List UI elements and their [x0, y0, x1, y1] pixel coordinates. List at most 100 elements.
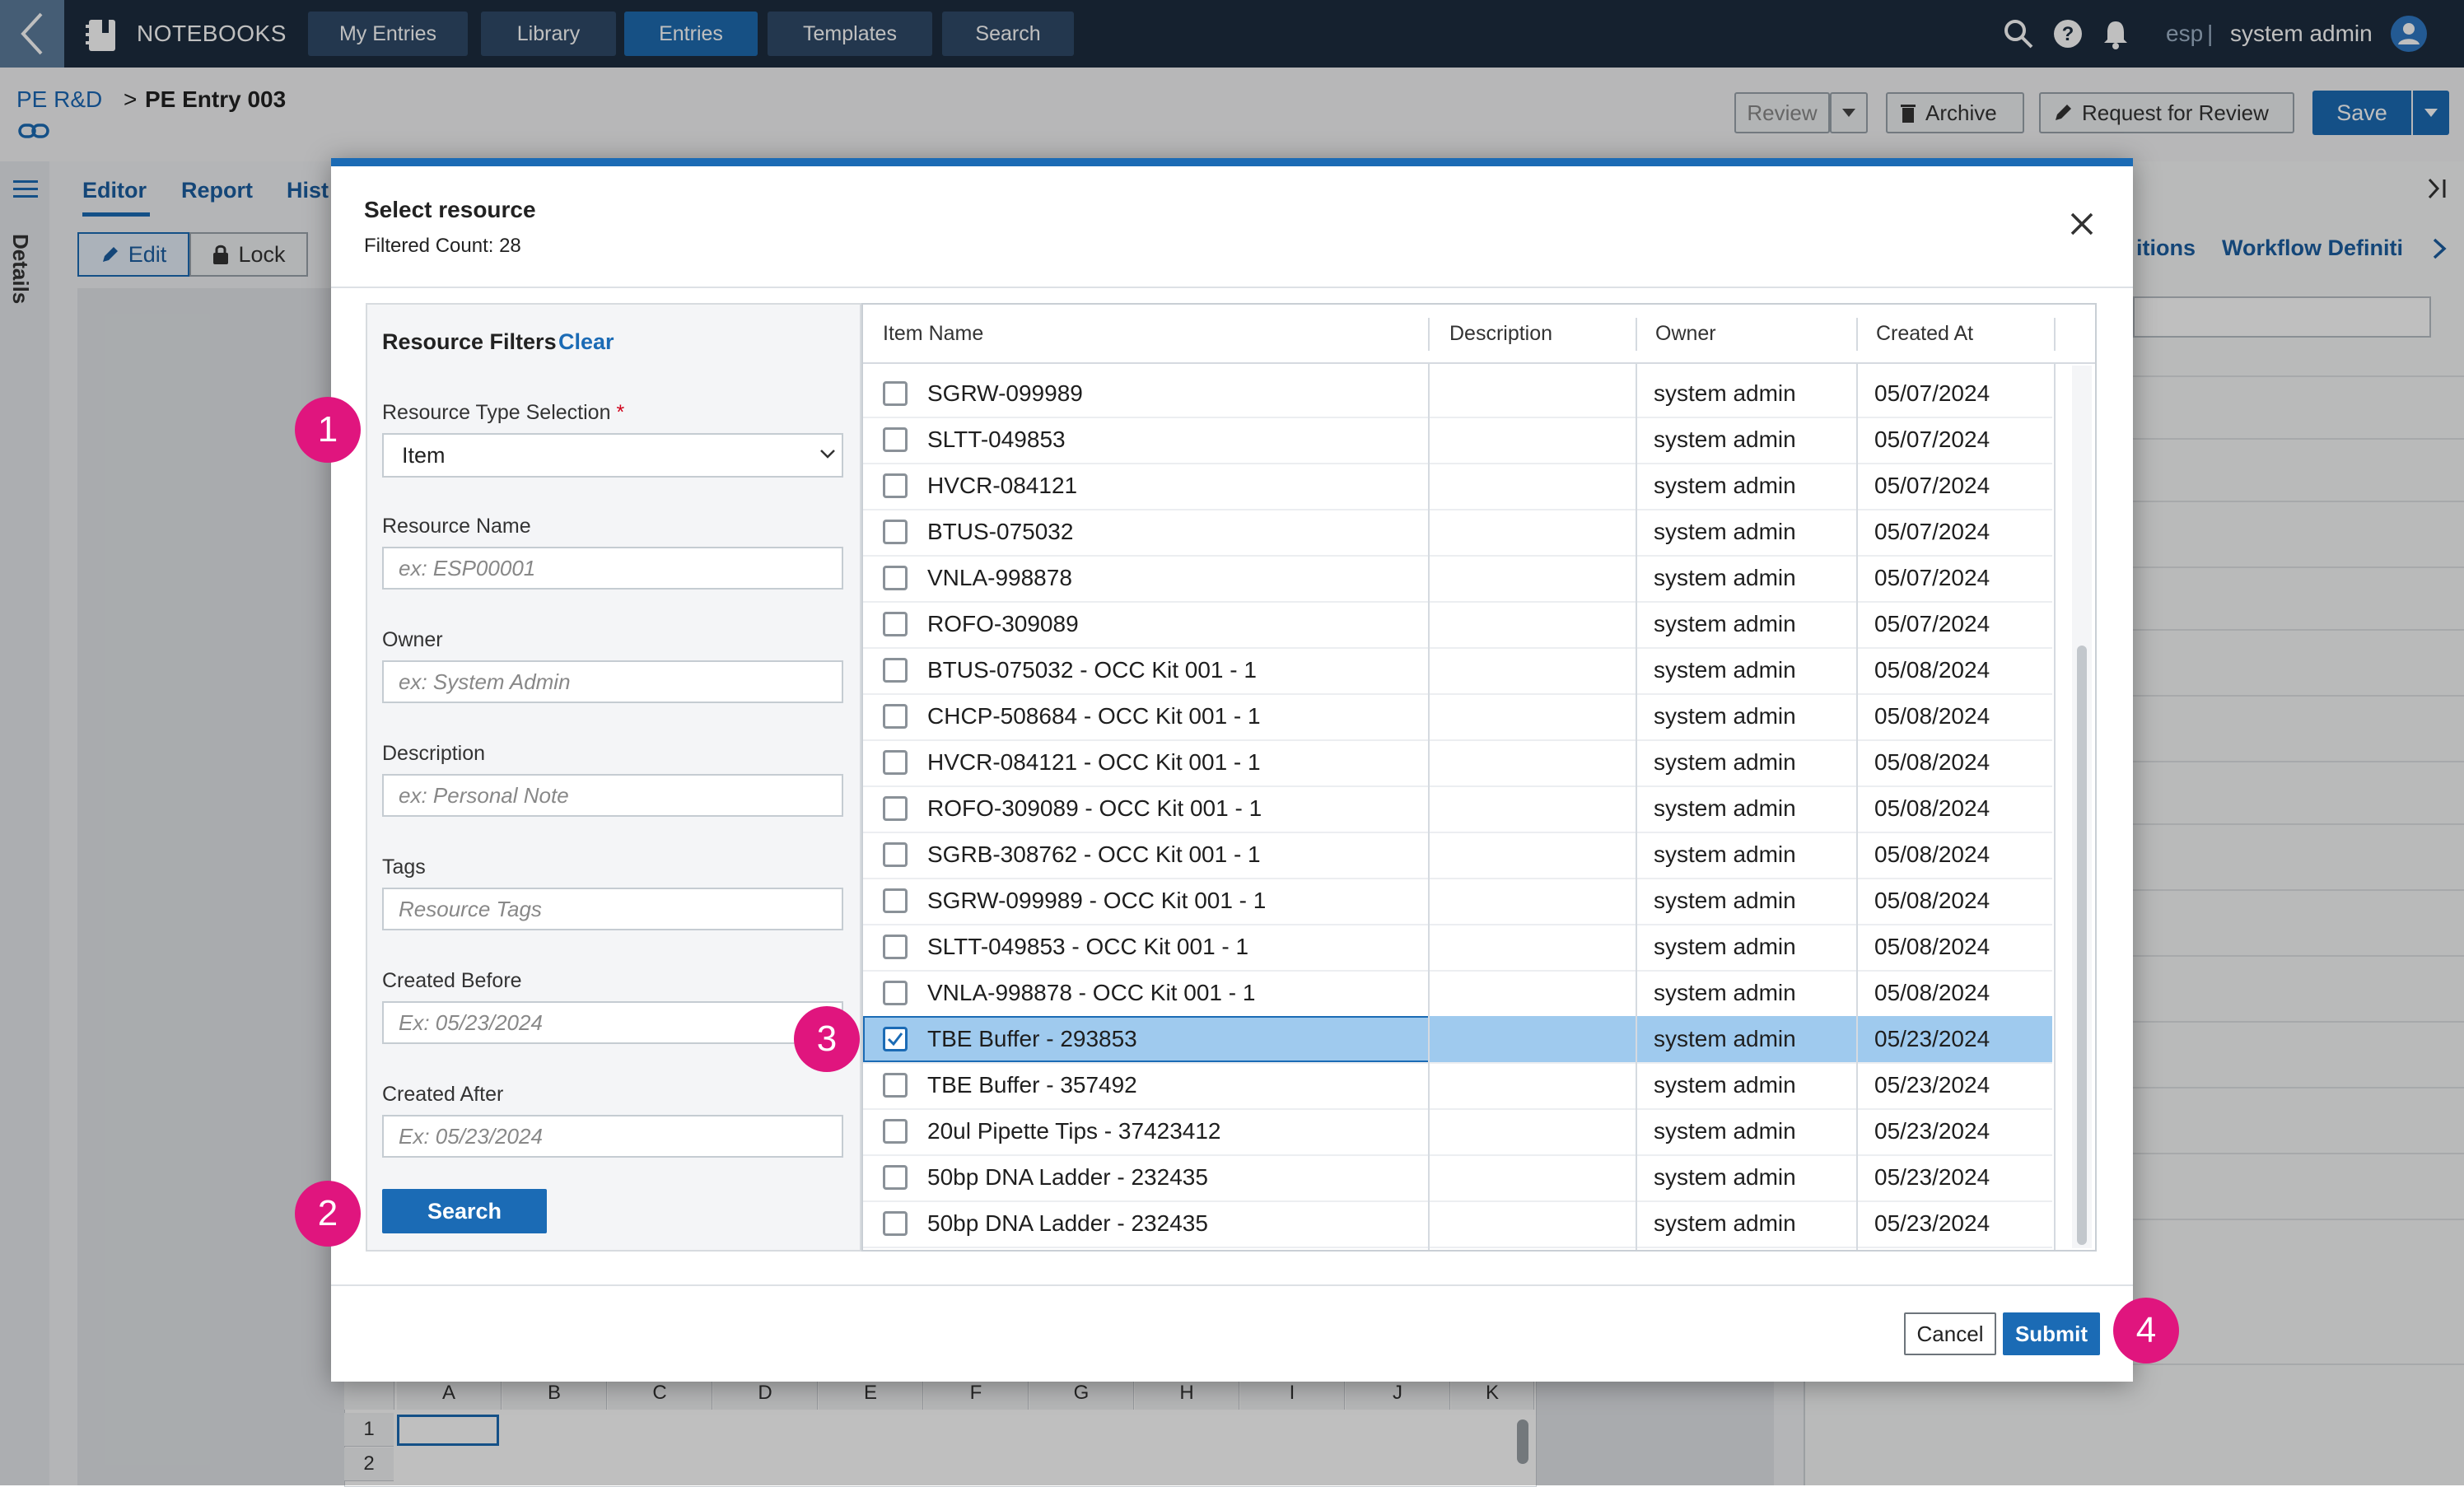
created-at-cell: 05/07/2024	[1874, 565, 1990, 590]
item-name-cell: ROFO-309089	[927, 611, 1079, 636]
column-divider	[1636, 318, 1637, 351]
row-checkbox[interactable]	[883, 520, 908, 544]
tags-label: Tags	[382, 855, 426, 879]
owner-cell: system admin	[1654, 1164, 1796, 1190]
created-at-cell: 05/08/2024	[1874, 749, 1990, 775]
filters-title: Resource Filters	[382, 329, 557, 354]
owner-cell: system admin	[1654, 380, 1796, 406]
step-callout-3: 3	[794, 1006, 860, 1072]
owner-cell: system admin	[1654, 934, 1796, 959]
created-at-cell: 05/23/2024	[1874, 1072, 1990, 1098]
row-checkbox[interactable]	[883, 1165, 908, 1190]
item-name-cell: HVCR-084121 - OCC Kit 001 - 1	[927, 749, 1261, 775]
row-checkbox[interactable]	[883, 935, 908, 959]
row-checkbox[interactable]	[883, 427, 908, 452]
created-at-cell: 05/08/2024	[1874, 934, 1990, 959]
required-marker: *	[616, 401, 625, 424]
resource-name-input[interactable]: ex: ESP00001	[382, 547, 843, 590]
owner-cell: system admin	[1654, 1118, 1796, 1144]
modal-accent-bar	[331, 158, 2133, 166]
row-checkbox[interactable]	[883, 1119, 908, 1144]
created-at-cell: 05/07/2024	[1874, 611, 1990, 636]
row-checkbox[interactable]	[883, 566, 908, 590]
row-checkbox[interactable]	[883, 842, 908, 867]
item-name-cell: BTUS-075032 - OCC Kit 001 - 1	[927, 657, 1257, 683]
item-name-cell: 50bp DNA Ladder - 232435	[927, 1164, 1208, 1190]
owner-cell: system admin	[1654, 1026, 1796, 1051]
created-at-cell: 05/07/2024	[1874, 473, 1990, 498]
owner-cell: system admin	[1654, 841, 1796, 867]
created-at-cell: 05/07/2024	[1874, 519, 1990, 544]
item-name-cell: SGRW-099989	[927, 380, 1083, 406]
row-checkbox[interactable]	[883, 704, 908, 729]
item-name-cell: 50bp DNA Ladder - 232435	[927, 1210, 1208, 1236]
created-at-cell: 05/08/2024	[1874, 657, 1990, 683]
owner-label: Owner	[382, 628, 443, 651]
tags-input[interactable]: Resource Tags	[382, 888, 843, 930]
created-at-cell: 05/08/2024	[1874, 841, 1990, 867]
column-header-owner[interactable]: Owner	[1655, 318, 1716, 349]
row-checkbox[interactable]	[883, 612, 908, 636]
submit-button[interactable]: Submit	[2003, 1312, 2100, 1355]
resource-name-label: Resource Name	[382, 515, 531, 538]
owner-input[interactable]: ex: System Admin	[382, 660, 843, 703]
search-button[interactable]: Search	[382, 1189, 547, 1233]
owner-cell: system admin	[1654, 657, 1796, 683]
row-checkbox[interactable]	[883, 381, 908, 406]
item-name-cell: HVCR-084121	[927, 473, 1078, 498]
created-at-cell: 05/07/2024	[1874, 427, 1990, 452]
created-before-input[interactable]: Ex: 05/23/2024	[382, 1001, 843, 1044]
modal-title: Select resource	[364, 197, 536, 222]
step-callout-1: 1	[295, 397, 361, 463]
row-checkbox[interactable]	[883, 981, 908, 1005]
row-checkbox[interactable]	[883, 750, 908, 775]
item-name-cell: BTUS-075032	[927, 519, 1074, 544]
owner-cell: system admin	[1654, 473, 1796, 498]
resource-type-label: Resource Type Selection *	[382, 399, 624, 427]
column-divider	[2054, 318, 2056, 351]
owner-cell: system admin	[1654, 888, 1796, 913]
column-divider	[2054, 362, 2056, 1250]
item-name-cell: VNLA-998878	[927, 565, 1072, 590]
column-header-description[interactable]: Description	[1449, 318, 1552, 349]
column-divider	[1856, 318, 1858, 351]
owner-cell: system admin	[1654, 519, 1796, 544]
owner-cell: system admin	[1654, 703, 1796, 729]
cancel-button[interactable]: Cancel	[1904, 1312, 1996, 1355]
table-scrollbar-thumb[interactable]	[2077, 646, 2087, 1245]
description-label: Description	[382, 742, 486, 765]
resource-type-select[interactable]: Item	[382, 433, 843, 478]
divider	[331, 1284, 2133, 1286]
row-checkbox[interactable]	[883, 888, 908, 913]
column-header-item-name[interactable]: Item Name	[883, 318, 983, 349]
step-callout-2: 2	[295, 1181, 361, 1247]
created-at-cell: 05/07/2024	[1874, 380, 1990, 406]
clear-filters-link[interactable]: Clear	[558, 326, 614, 357]
item-name-cell: TBE Buffer - 357492	[927, 1072, 1137, 1098]
column-divider	[1856, 362, 1858, 1250]
created-at-cell: 05/23/2024	[1874, 1164, 1990, 1190]
created-at-cell: 05/23/2024	[1874, 1210, 1990, 1236]
row-checkbox[interactable]	[883, 1211, 908, 1236]
row-checkbox[interactable]	[883, 796, 908, 821]
close-icon[interactable]	[2065, 207, 2098, 240]
row-checkbox[interactable]	[883, 658, 908, 683]
resource-type-label-text: Resource Type Selection	[382, 401, 611, 424]
row-checkbox[interactable]	[883, 1073, 908, 1098]
column-header-created-at[interactable]: Created At	[1876, 318, 1973, 349]
column-divider	[1428, 362, 1430, 1250]
owner-cell: system admin	[1654, 427, 1796, 452]
created-at-cell: 05/23/2024	[1874, 1026, 1990, 1051]
selected-cell-outline	[863, 1016, 1430, 1062]
description-input[interactable]: ex: Personal Note	[382, 774, 843, 817]
row-checkbox[interactable]	[883, 473, 908, 498]
owner-cell: system admin	[1654, 795, 1796, 821]
item-name-cell: SGRW-099989 - OCC Kit 001 - 1	[927, 888, 1267, 913]
owner-cell: system admin	[1654, 1210, 1796, 1236]
owner-cell: system admin	[1654, 565, 1796, 590]
owner-cell: system admin	[1654, 749, 1796, 775]
created-after-label: Created After	[382, 1083, 504, 1106]
created-at-cell: 05/23/2024	[1874, 1118, 1990, 1144]
created-before-label: Created Before	[382, 969, 522, 992]
created-after-input[interactable]: Ex: 05/23/2024	[382, 1115, 843, 1158]
